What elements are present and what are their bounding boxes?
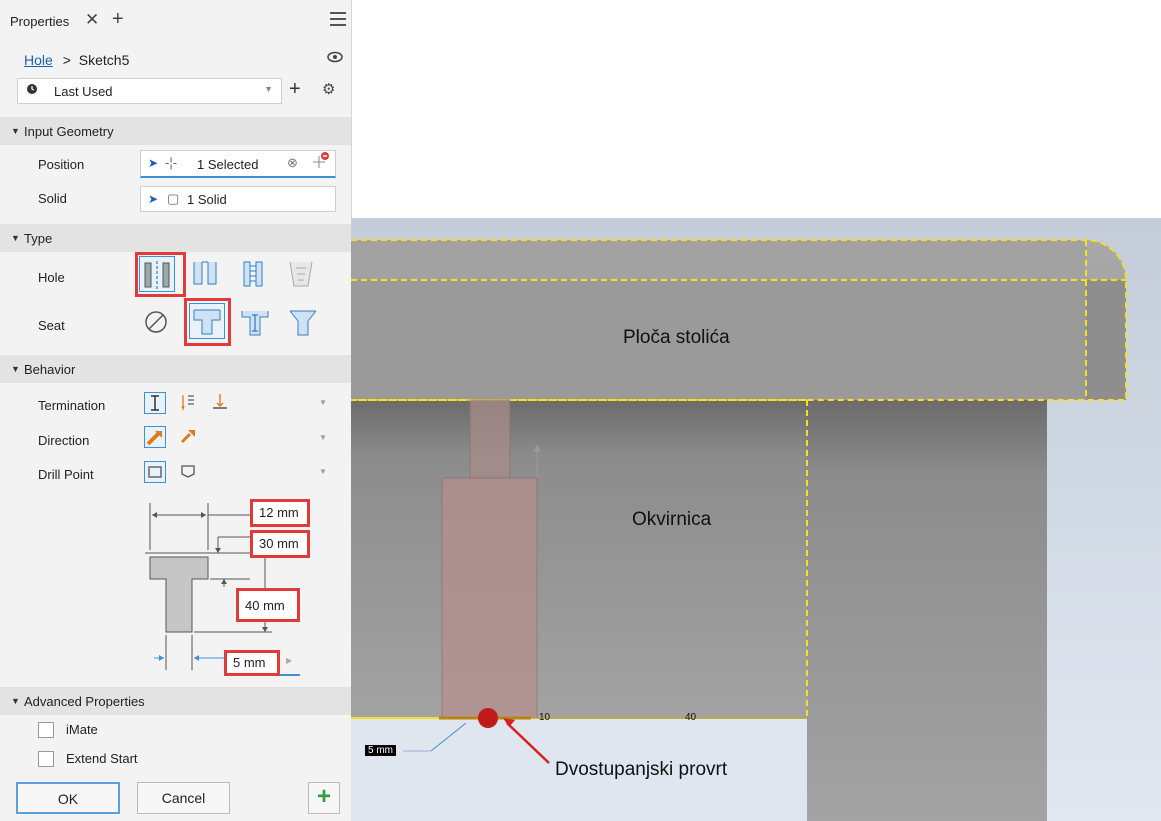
no-seat-button[interactable]: [139, 305, 175, 341]
graphics-viewport[interactable]: Ploča stolića Okvirnica Dvostupanjski pr…: [351, 218, 1161, 821]
cube-icon: ▢: [167, 191, 180, 206]
collapse-triangle-icon: ▼: [11, 696, 20, 706]
position-label: Position: [38, 157, 85, 172]
hole-diameter-input[interactable]: 5 mm: [224, 650, 280, 676]
counterbore-diameter-input[interactable]: 12 mm: [250, 499, 310, 527]
breadcrumb: Hole > Sketch5: [24, 52, 129, 68]
spotface-seat-button[interactable]: [238, 305, 274, 341]
solid-label: Solid: [38, 191, 67, 206]
hole-callout-label: Dvostupanjski provrt: [555, 759, 728, 780]
preset-dropdown[interactable]: Last Used ▼: [17, 78, 282, 104]
highlight-box: [184, 298, 231, 346]
section-input-geometry[interactable]: ▼ Input Geometry: [0, 117, 351, 145]
chevron-right-icon[interactable]: ▶: [286, 656, 292, 665]
distance-termination-icon[interactable]: [144, 392, 166, 414]
table-top-label: Ploča stolića: [623, 327, 730, 348]
countersink-seat-button[interactable]: [286, 305, 322, 341]
imate-checkbox[interactable]: [38, 722, 54, 738]
section-advanced-properties[interactable]: ▼ Advanced Properties: [0, 687, 351, 715]
solid-value: 1 Solid: [187, 192, 227, 207]
collapse-triangle-icon: ▼: [11, 126, 20, 136]
counterbore-depth-input[interactable]: 30 mm: [250, 530, 310, 558]
position-value: 1 Selected: [197, 157, 259, 172]
breadcrumb-sketch: Sketch5: [78, 52, 130, 68]
default-direction-icon[interactable]: [144, 426, 166, 448]
breadcrumb-separator: >: [62, 52, 71, 68]
properties-tab[interactable]: Properties: [10, 14, 69, 29]
properties-panel: Properties ✕ + Hole > Sketch5 Last Used …: [0, 0, 352, 821]
seat-type-label: Seat: [38, 318, 65, 333]
through-all-termination-icon[interactable]: [178, 392, 200, 414]
eye-icon[interactable]: [327, 50, 343, 66]
hamburger-menu-icon[interactable]: [330, 12, 346, 30]
collapse-triangle-icon: ▼: [11, 364, 20, 374]
clearance-hole-button[interactable]: [188, 256, 224, 292]
clock-icon: [26, 83, 38, 98]
collapse-triangle-icon: ▼: [11, 233, 20, 243]
flip-direction-icon[interactable]: [178, 426, 200, 448]
extend-start-label: Extend Start: [66, 751, 138, 766]
add-preset-button[interactable]: +: [289, 78, 301, 101]
dimension-5mm-tag[interactable]: 5 mm: [365, 745, 396, 756]
chevron-down-icon[interactable]: ▼: [319, 398, 327, 407]
dimension-40-label[interactable]: 40: [685, 712, 696, 723]
apply-plus-button[interactable]: +: [308, 782, 340, 814]
position-selector[interactable]: ➤ -¦- 1 Selected ⊗: [140, 150, 336, 178]
section-type[interactable]: ▼ Type: [0, 224, 351, 252]
viewport-scene: [351, 218, 1161, 821]
direction-label: Direction: [38, 433, 90, 448]
panel-tab-bar: Properties ✕ +: [0, 0, 351, 40]
tapped-hole-button[interactable]: [236, 256, 272, 292]
hole-type-label: Hole: [38, 270, 65, 285]
remove-point-icon[interactable]: [310, 150, 332, 175]
frame-label: Okvirnica: [632, 509, 712, 530]
add-tab-icon[interactable]: +: [112, 8, 124, 31]
taper-tapped-hole-button[interactable]: [284, 256, 320, 292]
section-behavior[interactable]: ▼ Behavior: [0, 355, 351, 383]
drill-point-label: Drill Point: [38, 467, 94, 482]
chevron-down-icon[interactable]: ▼: [319, 433, 327, 442]
section-title: Type: [24, 231, 53, 246]
ok-button[interactable]: OK: [16, 782, 120, 814]
clear-selection-icon[interactable]: ⊗: [287, 155, 298, 171]
solid-selector[interactable]: ➤ ▢ 1 Solid: [140, 186, 336, 212]
cancel-button[interactable]: Cancel: [137, 782, 230, 814]
crosshair-icon: -¦-: [165, 155, 178, 170]
dimension-10-label[interactable]: 10: [539, 712, 550, 723]
breadcrumb-hole-link[interactable]: Hole: [24, 52, 53, 68]
angle-drill-point-icon[interactable]: [178, 461, 200, 483]
preset-value: Last Used: [54, 84, 113, 99]
section-title: Input Geometry: [24, 124, 114, 139]
highlight-box: [135, 252, 186, 297]
gear-icon[interactable]: ⚙: [322, 80, 335, 98]
imate-label: iMate: [66, 722, 98, 737]
select-arrow-icon: ➤: [148, 156, 159, 170]
select-arrow-icon: ➤: [148, 192, 159, 206]
section-title: Advanced Properties: [24, 694, 145, 709]
chevron-down-icon[interactable]: ▼: [319, 467, 327, 476]
termination-label: Termination: [38, 398, 106, 413]
hole-depth-input[interactable]: 40 mm: [236, 588, 300, 622]
extend-start-checkbox[interactable]: [38, 751, 54, 767]
close-icon[interactable]: ✕: [85, 10, 99, 30]
flat-drill-point-icon[interactable]: [144, 461, 166, 483]
to-termination-icon[interactable]: [210, 392, 232, 414]
chevron-down-icon: ▼: [264, 84, 273, 94]
section-title: Behavior: [24, 362, 76, 377]
